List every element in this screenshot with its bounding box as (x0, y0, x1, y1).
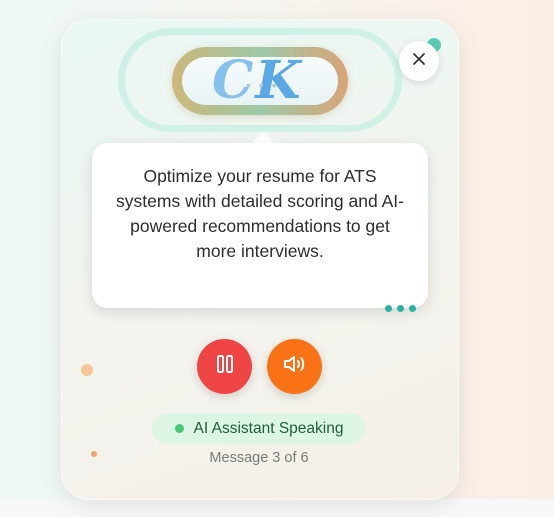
typing-indicator (385, 305, 416, 312)
avatar: CK • • • (182, 57, 338, 105)
pause-icon[interactable] (216, 354, 234, 379)
decorative-dot (81, 364, 93, 376)
volume-button[interactable] (267, 339, 322, 394)
typing-dot (409, 305, 416, 312)
assistant-message: Optimize your resume for ATS systems wit… (116, 166, 404, 261)
typing-dot (397, 305, 404, 312)
status-dot (174, 424, 184, 433)
volume-icon[interactable] (282, 353, 308, 380)
avatar-dots: • • • (246, 77, 279, 93)
pause-button[interactable] (197, 339, 252, 394)
message-counter: Message 3 of 6 (209, 450, 309, 466)
speech-bubble: Optimize your resume for ATS systems wit… (92, 143, 428, 308)
page-bottom-strip (0, 499, 554, 517)
status-label: AI Assistant Speaking (193, 419, 344, 437)
close-button[interactable] (399, 41, 439, 81)
status-badge: AI Assistant Speaking (152, 413, 366, 444)
close-icon[interactable] (412, 52, 426, 71)
decorative-dot (91, 451, 97, 457)
typing-dot (385, 305, 392, 312)
